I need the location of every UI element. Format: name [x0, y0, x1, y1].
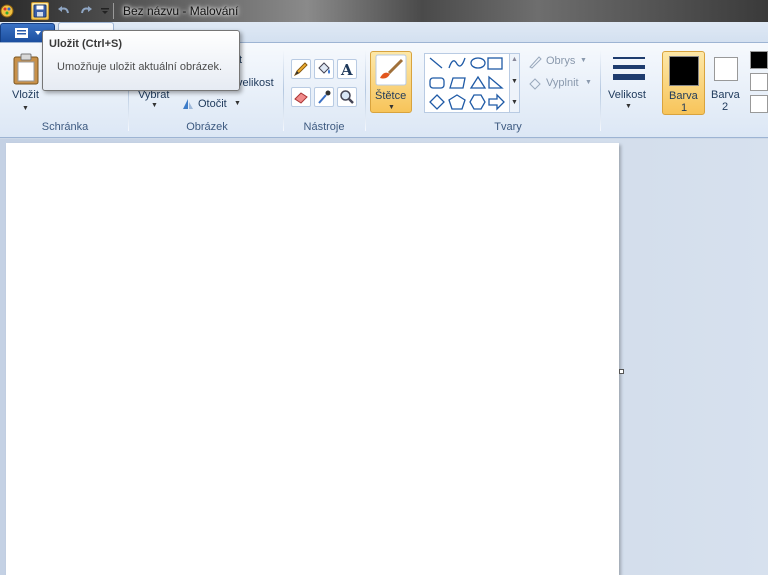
- rotate-button[interactable]: Otočit ▼: [181, 96, 243, 114]
- brushes-label: Štětce: [375, 90, 407, 102]
- shapes-icons: [429, 57, 505, 111]
- color2-number: 2: [722, 101, 729, 113]
- fill-dropdown-arrow: ▼: [585, 79, 592, 86]
- separator: [600, 49, 601, 131]
- pencil-icon: [293, 62, 308, 77]
- rotate-label: Otočit: [198, 98, 227, 110]
- fill-shape-icon: [529, 78, 541, 90]
- tooltip-description: Umožňuje uložit aktuální obrázek.: [57, 61, 223, 73]
- rotate-icon: [183, 99, 193, 109]
- brushes-dropdown-arrow: ▼: [388, 104, 395, 111]
- paint-app-icon[interactable]: [0, 3, 14, 19]
- group-label-image: Obrázek: [186, 121, 228, 133]
- size-dropdown-arrow: ▼: [625, 103, 632, 110]
- shapes-scroll[interactable]: ▲ ▼ ▼: [509, 54, 519, 112]
- scroll-down-arrow[interactable]: ▼: [511, 78, 518, 85]
- undo-icon: [58, 6, 69, 14]
- customize-icon: [101, 8, 109, 14]
- group-label-tools: Nástroje: [303, 121, 345, 133]
- size-label: Velikost: [608, 89, 646, 101]
- resize-button-label[interactable]: velikost: [237, 77, 274, 89]
- paste-dropdown-arrow[interactable]: ▼: [22, 105, 29, 112]
- outline-dropdown-arrow: ▼: [580, 57, 587, 64]
- brushes-button[interactable]: Štětce ▼: [370, 51, 412, 113]
- paste-button[interactable]: Vložit ▼: [6, 51, 46, 117]
- quick-save-button[interactable]: [31, 2, 49, 20]
- color2-swatch: [714, 57, 738, 81]
- save-icon: [33, 4, 47, 18]
- color2-label: Barva: [711, 89, 740, 101]
- shapes-gallery[interactable]: ▲ ▼ ▼: [424, 53, 520, 113]
- canvas-workspace: [0, 139, 768, 575]
- pencil-tool[interactable]: [291, 59, 311, 79]
- text-icon: A: [340, 61, 353, 77]
- select-dropdown-arrow[interactable]: ▼: [151, 102, 158, 109]
- outline-button[interactable]: Obrys ▼: [527, 53, 591, 71]
- outline-label: Obrys: [546, 55, 576, 67]
- redo-icon: [81, 6, 92, 14]
- palette-swatch-white-2[interactable]: [750, 95, 768, 113]
- save-tooltip: Uložit (Ctrl+S) Umožňuje uložit aktuální…: [42, 30, 240, 91]
- magnifier-tool[interactable]: [337, 87, 357, 107]
- tooltip-title: Uložit (Ctrl+S): [49, 38, 123, 50]
- separator: [283, 49, 284, 131]
- quick-undo-button[interactable]: [55, 2, 73, 20]
- color-picker-icon: [318, 90, 331, 104]
- color1-label: Barva: [669, 90, 698, 102]
- rotate-dropdown-arrow: ▼: [234, 100, 241, 107]
- color2-button[interactable]: Barva 2: [707, 51, 747, 115]
- color1-number: 1: [681, 102, 688, 114]
- customize-quick-access-button[interactable]: [96, 2, 114, 20]
- paste-label: Vložit: [12, 89, 39, 101]
- text-tool[interactable]: A: [337, 59, 357, 79]
- fill-tool[interactable]: [314, 59, 334, 79]
- shapes-expand-arrow[interactable]: ▼: [511, 99, 518, 106]
- outline-icon: [529, 56, 542, 69]
- fill-button[interactable]: Vyplnit ▼: [527, 75, 592, 93]
- quick-access-separator: [113, 3, 114, 19]
- separator: [365, 49, 366, 131]
- scroll-up-arrow[interactable]: ▲: [511, 56, 518, 63]
- fill-icon: [318, 62, 330, 74]
- palette-swatch-black[interactable]: [750, 51, 768, 69]
- fill-label: Vyplnit: [546, 77, 579, 89]
- eraser-tool[interactable]: [291, 87, 311, 107]
- brush-icon: [375, 54, 407, 86]
- color1-button[interactable]: Barva 1: [662, 51, 705, 115]
- size-button[interactable]: Velikost ▼: [606, 51, 652, 117]
- magnifier-icon: [340, 90, 354, 104]
- line-width-icon: [613, 57, 645, 80]
- color-picker-tool[interactable]: [314, 87, 334, 107]
- canvas-resize-handle[interactable]: [619, 369, 624, 374]
- group-label-shapes: Tvary: [494, 121, 522, 133]
- title-bar: Bez názvu - Malování: [0, 0, 768, 22]
- drawing-canvas[interactable]: [6, 143, 619, 575]
- svg-text:A: A: [340, 61, 353, 77]
- palette-swatch-white[interactable]: [750, 73, 768, 91]
- paste-icon: [13, 53, 39, 85]
- group-label-clipboard: Schránka: [41, 121, 89, 133]
- quick-redo-button[interactable]: [77, 2, 95, 20]
- window-title: Bez názvu - Malování: [123, 4, 239, 18]
- eraser-icon: [294, 92, 308, 104]
- color1-swatch: [669, 56, 699, 86]
